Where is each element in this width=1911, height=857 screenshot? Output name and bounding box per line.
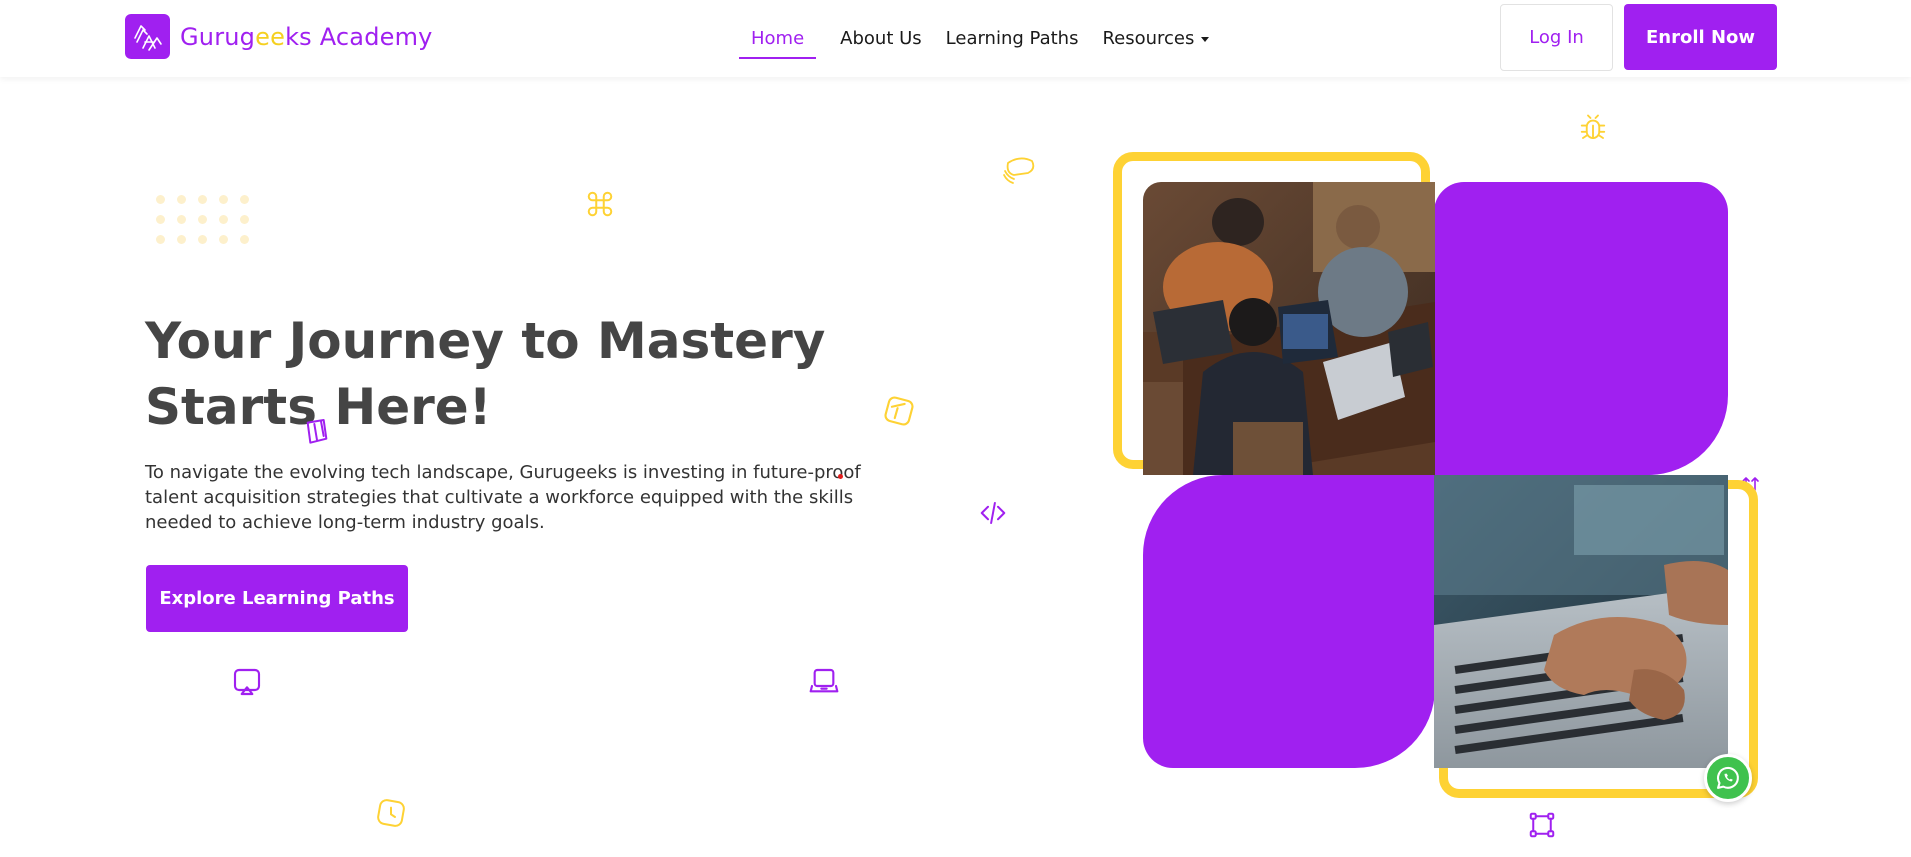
login-button[interactable]: Log In — [1500, 4, 1613, 71]
notebook-icon — [306, 419, 328, 444]
whatsapp-icon — [1716, 766, 1739, 789]
logo[interactable]: Gurugeeks Academy — [125, 14, 433, 59]
dot-pattern — [156, 195, 250, 244]
cube-icon — [884, 396, 914, 426]
nav-resources-label: Resources — [1102, 28, 1195, 49]
purple-shape-top-right — [1434, 182, 1728, 475]
logo-text: Gurugeeks Academy — [180, 23, 433, 51]
command-icon — [587, 191, 613, 217]
hero-title: Your Journey to Mastery Starts Here! — [145, 308, 865, 440]
red-dot-marker — [838, 474, 843, 479]
enroll-now-button[interactable]: Enroll Now — [1624, 4, 1777, 70]
team-working-on-laptops-photo — [1143, 182, 1435, 475]
bug-icon — [1580, 114, 1606, 139]
whatsapp-button[interactable] — [1704, 754, 1752, 802]
logo-text-highlight: ee — [255, 22, 286, 51]
purple-shape-bottom-left — [1143, 475, 1435, 768]
logo-text-part1: Gurug — [180, 22, 256, 51]
hands-typing-on-laptop-photo — [1434, 475, 1728, 768]
logo-hands-icon — [125, 14, 170, 59]
nav-home[interactable]: Home — [739, 20, 817, 59]
logo-text-part2: ks Academy — [285, 22, 433, 51]
nodes-icon — [1529, 812, 1555, 838]
clock-icon — [377, 799, 405, 827]
explore-learning-paths-button[interactable]: Explore Learning Paths — [146, 565, 408, 632]
nav-about-us[interactable]: About Us — [840, 20, 922, 57]
cast-icon — [233, 668, 261, 696]
hero-description: To navigate the evolving tech landscape,… — [145, 462, 861, 533]
hero-title-line1: Your Journey to Mastery — [145, 312, 826, 370]
nav-resources[interactable]: Resources — [1102, 20, 1210, 57]
nav-learning-paths[interactable]: Learning Paths — [946, 20, 1079, 57]
site-header: Gurugeeks Academy Home About Us Learning… — [0, 0, 1911, 77]
cloud-wifi-icon — [1003, 157, 1035, 184]
main-nav: Home About Us Learning Paths Resources — [739, 0, 1221, 77]
code-icon — [980, 502, 1006, 524]
laptop-icon — [809, 668, 839, 693]
caret-down-icon — [1201, 36, 1210, 42]
